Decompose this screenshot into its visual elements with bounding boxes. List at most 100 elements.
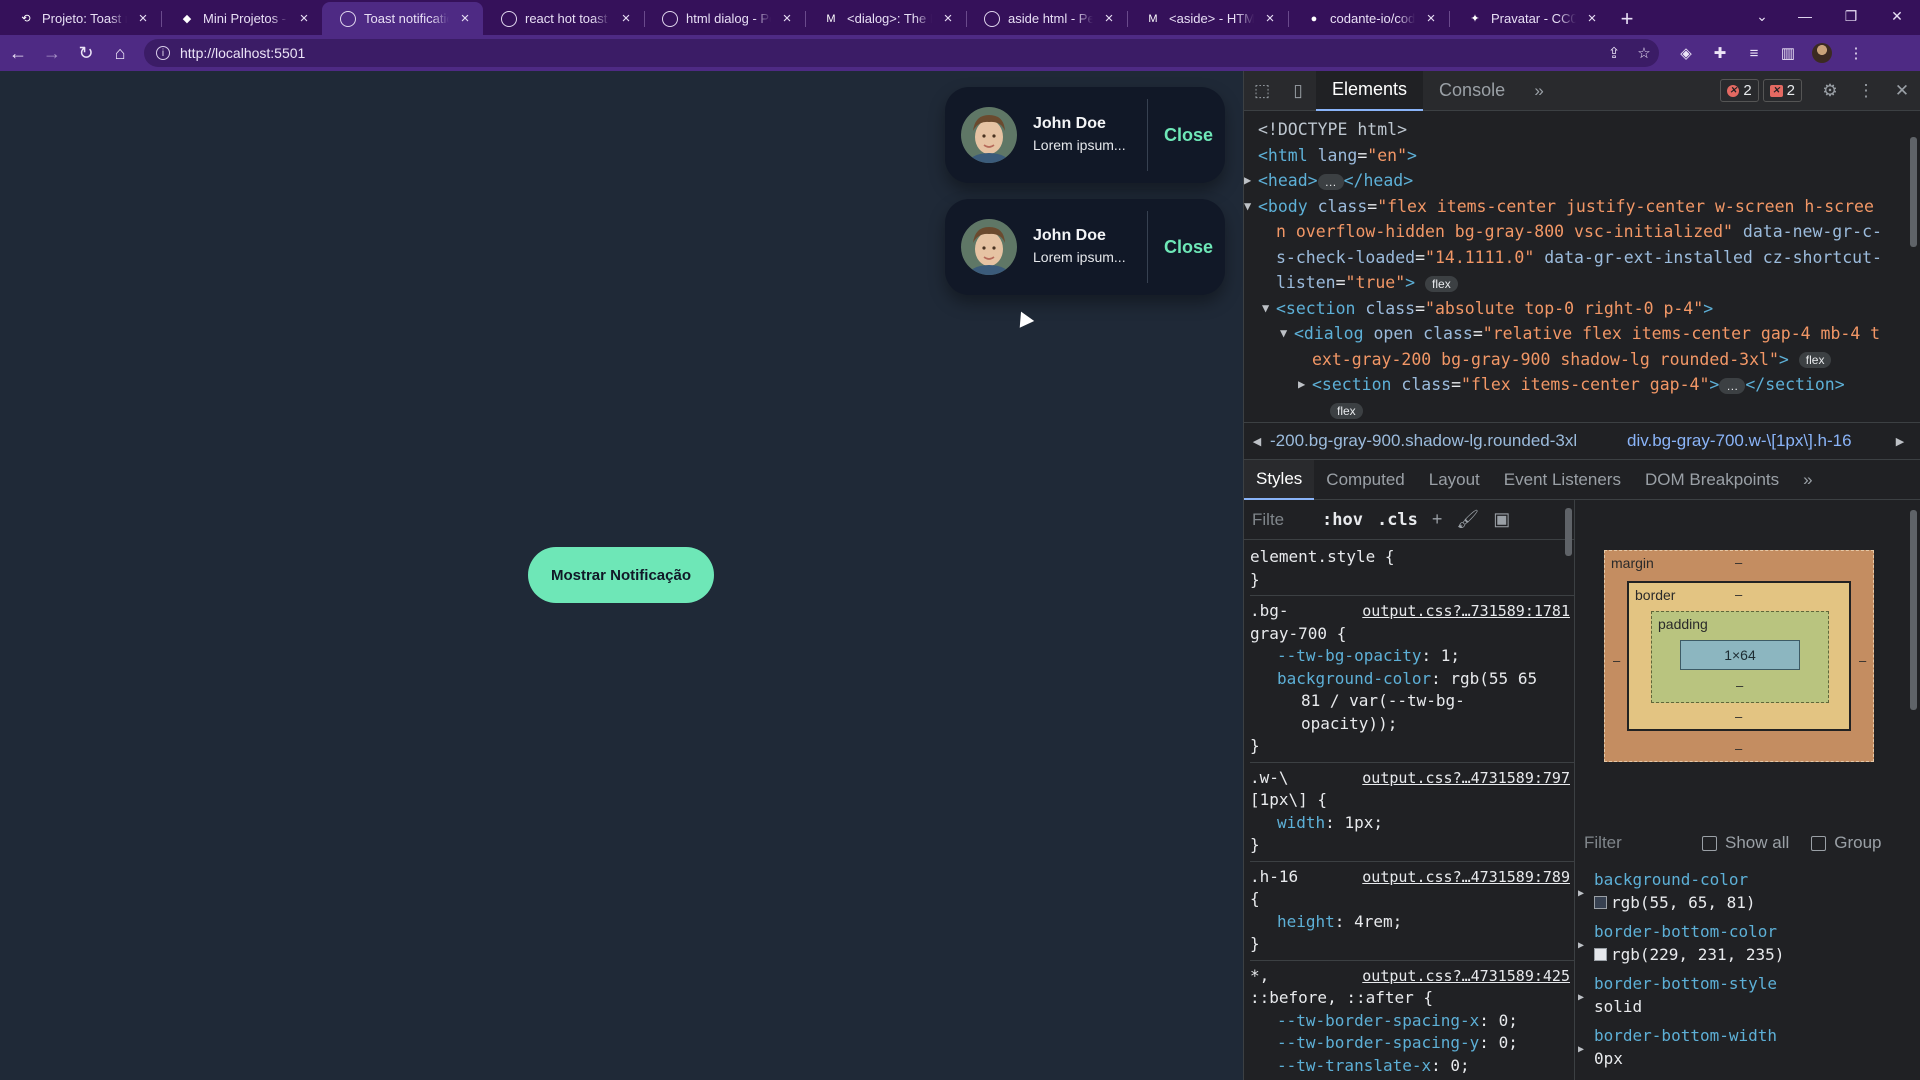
css-rule[interactable]: .w-\ [1px\] {output.css?…4731589:797 width…: [1250, 763, 1574, 862]
css-rule[interactable]: element.style {}: [1250, 542, 1574, 596]
address-url[interactable]: http://localhost:5501: [180, 45, 1599, 61]
css-rule[interactable]: *,::before, ::after {output.css?…4731589…: [1250, 961, 1574, 1080]
devtools-menu-icon[interactable]: ⋮: [1848, 71, 1884, 111]
back-icon[interactable]: ←: [2, 39, 34, 67]
computed-property[interactable]: border-bottom-color rgb(229, 231, 235): [1576, 921, 1920, 966]
close-window-icon[interactable]: ✕: [1874, 0, 1920, 32]
cls-toggle[interactable]: .cls: [1377, 510, 1418, 530]
browser-tab[interactable]: M <dialog>: The Dial ×: [805, 2, 966, 35]
site-info-icon[interactable]: i: [156, 46, 170, 60]
close-tab-icon[interactable]: ×: [940, 10, 956, 27]
browser-tab[interactable]: ◆ Mini Projetos - Co ×: [161, 2, 322, 35]
tab-console[interactable]: Console: [1423, 71, 1521, 111]
dom-node-line[interactable]: listen="true"> flex: [1244, 270, 1920, 296]
show-notification-button[interactable]: Mostrar Notificação: [528, 547, 714, 603]
extension-shield-icon[interactable]: ◈: [1671, 39, 1701, 67]
dom-node-line[interactable]: n overflow-hidden bg-gray-800 vsc-initia…: [1244, 219, 1920, 245]
address-bar[interactable]: i http://localhost:5501 ⇪ ☆: [144, 39, 1659, 67]
browser-tab[interactable]: react hot toast - Pe ×: [483, 2, 644, 35]
side-panel-icon[interactable]: ▥: [1773, 39, 1803, 67]
styles-scrollbar[interactable]: [1564, 500, 1574, 1080]
extensions-puzzle-icon[interactable]: ✚: [1705, 39, 1735, 67]
expand-arrow-icon[interactable]: ▼: [1262, 296, 1269, 322]
expand-arrow-icon[interactable]: ▶: [1298, 372, 1305, 398]
css-source-link[interactable]: output.css?…4731589:425: [1362, 965, 1570, 988]
new-rule-plus-icon[interactable]: +: [1432, 509, 1443, 530]
close-tab-icon[interactable]: ×: [135, 10, 151, 27]
browser-tab[interactable]: html dialog - Pesqu ×: [644, 2, 805, 35]
more-subtabs-icon[interactable]: »: [1791, 460, 1824, 500]
breadcrumb-item-selected[interactable]: div.bg-gray-700.w-\[1px\].h-16: [1627, 431, 1887, 451]
new-tab-button[interactable]: +: [1610, 2, 1644, 35]
more-tabs-icon[interactable]: »: [1521, 71, 1557, 111]
subtab-dom-breakpoints[interactable]: DOM Breakpoints: [1633, 460, 1791, 500]
expand-arrow-icon[interactable]: ▼: [1280, 321, 1287, 347]
styles-filter-input[interactable]: Filte: [1252, 510, 1322, 530]
inspect-element-icon[interactable]: ⬚: [1244, 71, 1280, 111]
close-tab-icon[interactable]: ×: [1262, 10, 1278, 27]
subtab-styles[interactable]: Styles: [1244, 459, 1315, 500]
profile-avatar[interactable]: [1807, 39, 1837, 67]
browser-tab[interactable]: aside html - Pesqu ×: [966, 2, 1127, 35]
css-rule[interactable]: .bg-gray-700 {output.css?…731589:1781 --t…: [1250, 596, 1574, 763]
settings-gear-icon[interactable]: ⚙: [1812, 71, 1848, 111]
dom-node-line[interactable]: s-check-loaded="14.1111.0" data-gr-ext-i…: [1244, 245, 1920, 271]
breadcrumb-left-icon[interactable]: ◀: [1244, 435, 1270, 448]
dom-scrollbar[interactable]: [1908, 117, 1918, 412]
browser-tab[interactable]: ● codante-io/codant ×: [1288, 2, 1449, 35]
subtab-layout[interactable]: Layout: [1417, 460, 1492, 500]
browser-tab[interactable]: ✦ Pravatar - CC0 Ava ×: [1449, 2, 1610, 35]
dom-node-line[interactable]: ▼ <dialog open class="relative flex items…: [1244, 321, 1920, 347]
browser-tab[interactable]: M <aside> - HTML: L ×: [1127, 2, 1288, 35]
css-source-link[interactable]: output.css?…4731589:789: [1362, 866, 1570, 889]
close-tab-icon[interactable]: ×: [1584, 10, 1600, 27]
computed-filter-input[interactable]: Filter: [1584, 833, 1702, 853]
css-property[interactable]: --tw-bg-opacity: 1;: [1250, 645, 1574, 668]
css-rule[interactable]: .h-16{output.css?…4731589:789 height: 4re…: [1250, 862, 1574, 961]
css-property[interactable]: --tw-translate-x: 0;: [1250, 1055, 1574, 1078]
close-devtools-icon[interactable]: ✕: [1884, 71, 1920, 111]
dom-node-line[interactable]: flex: [1244, 398, 1920, 423]
error-count-badge[interactable]: ✕ 2: [1720, 79, 1759, 102]
tab-search-icon[interactable]: ⌄: [1742, 0, 1782, 32]
hov-toggle[interactable]: :hov: [1322, 510, 1363, 530]
forward-icon[interactable]: →: [36, 39, 68, 67]
computed-property[interactable]: border-bottom-width 0px: [1576, 1025, 1920, 1070]
tab-elements[interactable]: Elements: [1316, 70, 1424, 111]
toggle-sidebar-icon[interactable]: ▣: [1493, 509, 1510, 530]
computed-scrollbar[interactable]: [1909, 500, 1919, 1080]
media-queue-icon[interactable]: ≡: [1739, 39, 1769, 67]
show-all-checkbox[interactable]: [1702, 835, 1717, 851]
close-tab-icon[interactable]: ×: [779, 10, 795, 27]
close-tab-icon[interactable]: ×: [618, 10, 634, 27]
share-icon[interactable]: ⇪: [1599, 44, 1629, 62]
toast-close-button[interactable]: Close: [1164, 237, 1213, 258]
css-property[interactable]: --tw-border-spacing-x: 0;: [1250, 1010, 1574, 1033]
color-swatch[interactable]: [1594, 896, 1607, 910]
computed-property[interactable]: border-bottom-style solid: [1576, 973, 1920, 1018]
dom-node-line[interactable]: ▶ <section class="flex items-center gap-4…: [1244, 372, 1920, 398]
subtab-computed[interactable]: Computed: [1314, 460, 1416, 500]
dom-node-line[interactable]: <html lang="en">: [1244, 143, 1920, 169]
toast-close-button[interactable]: Close: [1164, 125, 1213, 146]
close-tab-icon[interactable]: ×: [296, 10, 312, 27]
bookmark-star-icon[interactable]: ☆: [1629, 44, 1659, 62]
browser-tab[interactable]: Toast notifications ×: [322, 2, 483, 35]
css-property[interactable]: height: 4rem;: [1250, 911, 1574, 934]
breadcrumb-item[interactable]: -200.bg-gray-900.shadow-lg.rounded-3xl: [1270, 431, 1613, 451]
expand-arrow-icon[interactable]: ▶: [1244, 168, 1251, 194]
css-source-link[interactable]: output.css?…4731589:797: [1362, 767, 1570, 790]
css-source-link[interactable]: output.css?…731589:1781: [1362, 600, 1570, 623]
css-property[interactable]: width: 1px;: [1250, 812, 1574, 835]
close-tab-icon[interactable]: ×: [457, 10, 473, 27]
menu-kebab-icon[interactable]: ⋮: [1841, 39, 1871, 67]
dom-node-line[interactable]: ▼ <section class="absolute top-0 right-0 …: [1244, 296, 1920, 322]
dom-node-line[interactable]: ▼ <body class="flex items-center justify-…: [1244, 194, 1920, 220]
device-toolbar-icon[interactable]: ▯: [1280, 71, 1316, 111]
minimize-icon[interactable]: —: [1782, 0, 1828, 32]
home-icon[interactable]: ⌂: [104, 39, 136, 67]
css-property[interactable]: --tw-border-spacing-y: 0;: [1250, 1032, 1574, 1055]
expand-arrow-icon[interactable]: ▼: [1244, 194, 1251, 220]
color-swatch[interactable]: [1594, 948, 1607, 962]
group-checkbox[interactable]: [1811, 835, 1827, 851]
